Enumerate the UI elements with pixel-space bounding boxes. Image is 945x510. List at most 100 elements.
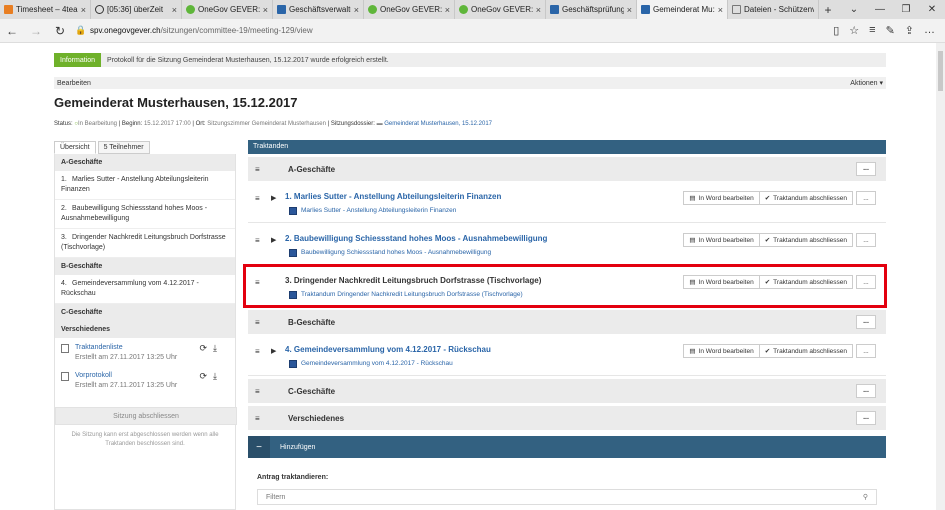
close-tab-icon[interactable]: × (445, 5, 450, 15)
antrag-label: Antrag traktandieren: (257, 474, 329, 481)
browser-tab-active[interactable]: Gemeinderat Mu: × (637, 0, 728, 19)
drag-handle-icon[interactable]: ≡ (255, 278, 260, 287)
close-tab-icon[interactable]: × (172, 5, 177, 15)
search-icon[interactable]: ⚲ (863, 493, 868, 501)
minimize-icon[interactable]: — (867, 0, 893, 19)
scroll-thumb[interactable] (938, 51, 943, 91)
drag-handle-icon[interactable]: ≡ (255, 236, 260, 245)
proposal-link[interactable]: Gemeindeversammlung vom 4.12.2017 - Rück… (289, 360, 453, 368)
browser-tab[interactable]: OneGov GEVER: Team× (455, 0, 546, 19)
refresh-icon[interactable]: ⟳ (199, 371, 207, 381)
close-agenda-item-button[interactable]: ✔ Traktandum abschliessen (758, 275, 853, 289)
tab-participants[interactable]: 5 Teilnehmer (97, 141, 150, 154)
hub-icon[interactable]: ≡ (869, 24, 875, 37)
download-icon[interactable]: ⤓ (213, 343, 217, 353)
word-doc-icon (289, 249, 297, 257)
browser-tab[interactable]: OneGov GEVER: Team× (182, 0, 273, 19)
close-agenda-item-button[interactable]: ✔ Traktandum abschliessen (758, 233, 853, 247)
section-more-button[interactable]: ... (856, 411, 876, 425)
edit-in-word-button[interactable]: ▤ In Word bearbeiten (683, 275, 760, 289)
note-icon[interactable]: ✎ (886, 24, 895, 37)
refresh-icon[interactable]: ↻ (48, 24, 72, 38)
browser-tab[interactable]: Geschäftsverwaltung× (273, 0, 364, 19)
section-more-button[interactable]: ... (856, 384, 876, 398)
item-more-button[interactable]: ... (856, 275, 876, 289)
back-icon[interactable]: ← (0, 24, 24, 38)
agenda-header: Traktanden (248, 140, 886, 154)
share-icon[interactable]: ⇪ (905, 24, 914, 37)
refresh-icon[interactable]: ⟳ (199, 343, 207, 353)
agenda-item-title[interactable]: 2. Baubewilligung Schiessstand hohes Moo… (285, 234, 547, 243)
tab-overview[interactable]: Übersicht (54, 141, 96, 154)
page-scrollbar[interactable] (936, 43, 945, 510)
check-icon: ✔ (764, 195, 771, 202)
browser-tab[interactable]: Timesheet – 4teamwo× (0, 0, 91, 19)
section-more-button[interactable]: ... (856, 162, 876, 176)
drag-handle-icon[interactable]: ≡ (255, 318, 269, 327)
close-tab-icon[interactable]: × (536, 5, 541, 15)
edit-link[interactable]: Bearbeiten (57, 80, 91, 87)
item-more-button[interactable]: ... (856, 191, 876, 205)
close-meeting-button[interactable]: Sitzung abschliessen (55, 407, 237, 425)
browser-tab[interactable]: Dateien - Schützenve (728, 0, 819, 19)
expand-arrow-icon[interactable]: ▶ (271, 347, 276, 355)
edit-in-word-button[interactable]: ▤ In Word bearbeiten (683, 344, 760, 358)
section-header: B-Geschäfte (55, 258, 235, 275)
filter-input[interactable]: Filtern ⚲ (257, 489, 877, 505)
drag-handle-icon[interactable]: ≡ (255, 194, 260, 203)
tab-list-icon[interactable]: ⌄ (841, 0, 867, 19)
overview-panel: A-Geschäfte 1. Marlies Sutter - Anstellun… (54, 154, 237, 510)
agenda-item-title[interactable]: 1. Marlies Sutter - Anstellung Abteilung… (285, 192, 501, 201)
close-agenda-item-button[interactable]: ✔ Traktandum abschliessen (758, 344, 853, 358)
expand-arrow-icon[interactable]: ▶ (271, 236, 276, 244)
close-tab-icon[interactable]: × (718, 5, 723, 15)
drag-handle-icon[interactable]: ≡ (255, 165, 269, 174)
close-window-icon[interactable]: ✕ (919, 0, 945, 19)
gever-icon (277, 5, 286, 14)
drag-handle-icon[interactable]: ≡ (255, 387, 269, 396)
agenda-link[interactable]: 1. Marlies Sutter - Anstellung Abteilungs… (55, 171, 235, 200)
more-icon[interactable]: … (924, 24, 935, 37)
url-field[interactable]: spv.onegovgever.ch/sitzungen/committee-1… (90, 26, 833, 35)
proposal-link[interactable]: Marlies Sutter - Anstellung Abteilungsle… (289, 207, 456, 215)
page-title: Gemeinderat Musterhausen, 15.12.2017 (54, 95, 298, 110)
browser-tab[interactable]: Geschäftsprüfungsko× (546, 0, 637, 19)
close-agenda-item-button[interactable]: ✔ Traktandum abschliessen (758, 191, 853, 205)
edit-in-word-button[interactable]: ▤ In Word bearbeiten (683, 191, 760, 205)
browser-tab[interactable]: OneGov GEVER: Team× (364, 0, 455, 19)
item-more-button[interactable]: ... (856, 233, 876, 247)
reading-view-icon[interactable]: ▯ (833, 24, 839, 37)
close-tab-icon[interactable]: × (81, 5, 86, 15)
edit-in-word-button[interactable]: ▤ In Word bearbeiten (683, 233, 760, 247)
page-icon (732, 5, 741, 14)
proposal-link[interactable]: Traktandum Dringender Nachkredit Leitung… (289, 291, 523, 299)
collapse-icon[interactable]: − (248, 436, 270, 458)
new-tab-button[interactable]: + (819, 0, 837, 19)
browser-tab[interactable]: [05:36] überZeit × (91, 0, 182, 19)
agenda-item-title[interactable]: 4. Gemeindeversammlung vom 4.12.2017 - R… (285, 345, 491, 354)
expand-arrow-icon[interactable]: ▶ (271, 194, 276, 202)
drag-handle-icon[interactable]: ≡ (255, 414, 269, 423)
agenda-link[interactable]: 4. Gemeindeversammlung vom 4.12.2017 - Rü… (55, 275, 235, 304)
item-more-button[interactable]: ... (856, 344, 876, 358)
agenda-link[interactable]: 3. Dringender Nachkredit Leitungsbruch Do… (55, 229, 235, 258)
actions-menu[interactable]: Aktionen ▾ (850, 79, 883, 87)
close-tab-icon[interactable]: × (263, 5, 268, 15)
agenda-section: ≡ C-Geschäfte... (248, 379, 886, 403)
flash-message: Information Protokoll für die Sitzung Ge… (54, 53, 886, 67)
document-link[interactable]: Vorprotokoll (75, 372, 112, 379)
favorite-star-icon[interactable]: ☆ (849, 24, 859, 37)
close-tab-icon[interactable]: × (354, 5, 359, 15)
section-more-button[interactable]: ... (856, 315, 876, 329)
drag-handle-icon[interactable]: ≡ (255, 347, 260, 356)
document-link[interactable]: Traktandenliste (75, 344, 123, 351)
maximize-icon[interactable]: ❐ (893, 0, 919, 19)
dossier-link[interactable]: Gemeinderat Musterhausen, 15.12.2017 (384, 121, 492, 127)
download-icon[interactable]: ⤓ (213, 371, 217, 381)
add-section-header[interactable]: − Hinzufügen (248, 436, 886, 458)
close-tab-icon[interactable]: × (627, 5, 632, 15)
proposal-link[interactable]: Baubewilligung Schiessstand hohes Moos -… (289, 249, 491, 257)
check-icon: ✔ (764, 237, 771, 244)
forward-icon[interactable]: → (24, 24, 48, 38)
agenda-link[interactable]: 2. Baubewilligung Schiessstand hohes Moos… (55, 200, 235, 229)
